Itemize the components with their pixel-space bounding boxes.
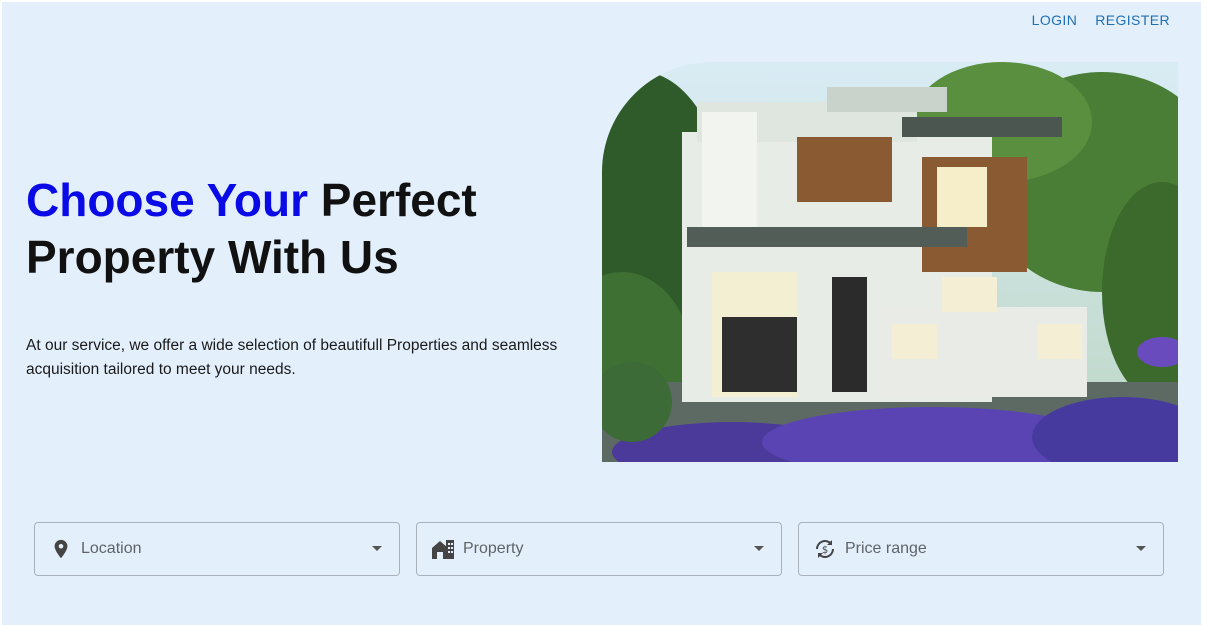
page-container: LOGIN REGISTER Choose Your Perfect Prope…: [2, 2, 1201, 625]
property-select-label: Property: [463, 540, 524, 557]
location-select[interactable]: Location: [34, 522, 400, 576]
search-filters: Location Property $ Price range: [34, 522, 1164, 576]
register-link[interactable]: REGISTER: [1095, 12, 1170, 28]
price-range-select-label: Price range: [845, 540, 927, 557]
chevron-down-icon: [367, 539, 387, 559]
property-select[interactable]: Property: [416, 522, 782, 576]
svg-text:$: $: [822, 545, 828, 556]
top-navigation: LOGIN REGISTER: [1032, 12, 1170, 28]
hero-title-accent: Choose Your: [26, 174, 308, 226]
house-building-icon: [431, 537, 455, 561]
currency-exchange-icon: $: [813, 537, 837, 561]
hero-description: At our service, we offer a wide selectio…: [26, 337, 558, 378]
hero-house-image: [602, 62, 1178, 462]
login-link[interactable]: LOGIN: [1032, 12, 1078, 28]
chevron-down-icon: [1131, 539, 1151, 559]
chevron-down-icon: [749, 539, 769, 559]
hero-title: Choose Your Perfect Property With Us: [26, 172, 586, 286]
location-select-label: Location: [81, 540, 142, 557]
location-pin-icon: [49, 537, 73, 561]
price-range-select[interactable]: $ Price range: [798, 522, 1164, 576]
